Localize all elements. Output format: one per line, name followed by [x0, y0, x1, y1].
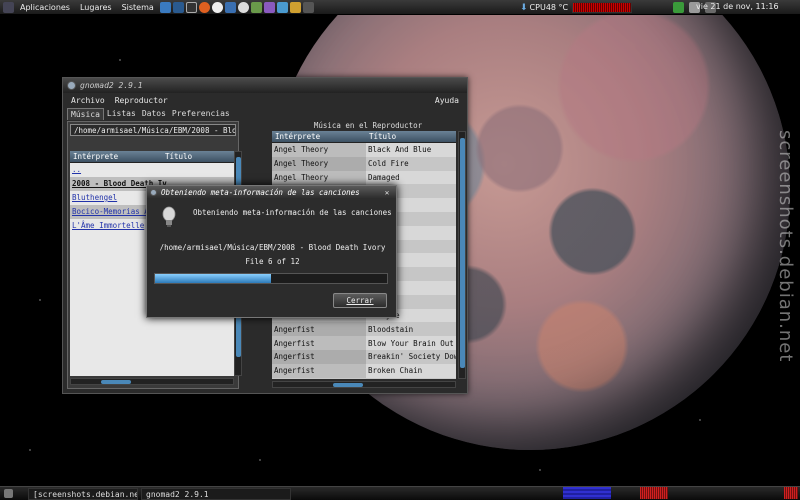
- column-title[interactable]: Título: [162, 152, 192, 161]
- track-row[interactable]: Angel Theory Black And Blue: [272, 143, 456, 157]
- top-panel: Aplicaciones Lugares Sistema ⬇ CPU48 °C …: [0, 0, 800, 15]
- app-icon: [67, 81, 76, 90]
- track-artist: Angerfist: [272, 349, 366, 364]
- tab-preferences[interactable]: Preferencias: [169, 108, 233, 120]
- dialog-header: Obteniendo meta-información de las canci…: [193, 208, 392, 217]
- progress-bar: [154, 273, 388, 284]
- dialog-title: Obteniendo meta-información de las canci…: [161, 188, 360, 197]
- download-arrow-icon[interactable]: ⬇: [520, 3, 528, 13]
- right-horizontal-scrollbar[interactable]: [272, 381, 456, 388]
- track-artist: Angel Theory: [272, 143, 366, 157]
- memory-monitor: [784, 487, 798, 499]
- left-hscroll-thumb[interactable]: [101, 380, 131, 384]
- track-title: Black And Blue: [366, 143, 456, 157]
- editor-launcher-icon[interactable]: [250, 1, 262, 13]
- menubar: Archivo Reproductor Ayuda: [63, 93, 467, 107]
- column-artist[interactable]: Intérprete: [70, 152, 162, 161]
- track-row[interactable]: Angel Theory Damaged: [272, 170, 456, 185]
- network-icon[interactable]: [673, 2, 685, 13]
- track-artist: Angerfist: [272, 363, 366, 378]
- dialog-titlebar[interactable]: Obteniendo meta-información de las canci…: [147, 186, 396, 199]
- window-titlebar[interactable]: gnomad2 2.9.1: [63, 78, 467, 93]
- track-row[interactable]: Angerfist Blow Your Brain Out: [272, 336, 456, 350]
- file-counter: File 6 of 12: [245, 257, 300, 266]
- cpu-temperature: CPU48 °C: [529, 3, 569, 12]
- left-column-header: Intérprete Título: [70, 151, 234, 163]
- close-button[interactable]: Cerrar: [333, 293, 387, 308]
- current-path: /home/armisael/Música/EBM/2008 - Blood D…: [159, 243, 386, 252]
- tab-playlists[interactable]: Listas: [104, 108, 139, 120]
- left-horizontal-scrollbar[interactable]: [70, 378, 234, 385]
- terminal-launcher-icon[interactable]: [172, 1, 184, 13]
- tab-bar: Música Listas Datos Preferencias: [67, 108, 233, 120]
- dialog-app-icon: [150, 189, 157, 196]
- watermark: screenshots.debian.net: [775, 130, 796, 363]
- bottom-panel: [screenshots.debian.ne… gnomad2 2.9.1: [0, 486, 800, 500]
- track-title: Cold Fire: [366, 156, 456, 171]
- track-artist: Angel Theory: [272, 170, 366, 185]
- close-button-label: Cerrar: [346, 296, 374, 305]
- show-desktop-icon[interactable]: [4, 489, 13, 498]
- track-row[interactable]: Angerfist Breakin' Society Dow: [272, 349, 456, 364]
- lightbulb-icon: [162, 206, 176, 227]
- path-combo[interactable]: /home/armisael/Música/EBM/2008 - Bloo: [70, 124, 236, 136]
- close-launcher-icon[interactable]: [211, 1, 223, 13]
- track-title: Blow Your Brain Out: [366, 336, 456, 350]
- track-artist: Angel Theory: [272, 156, 366, 171]
- track-row[interactable]: Angel Theory Cold Fire: [272, 156, 456, 171]
- mail-launcher-icon[interactable]: [289, 1, 301, 13]
- task-gnomad[interactable]: gnomad2 2.9.1: [141, 487, 291, 500]
- player-pane-title: Música en el Reproductor: [313, 121, 423, 130]
- chat-launcher-icon[interactable]: [237, 1, 249, 13]
- debian-menu-icon[interactable]: [3, 1, 14, 13]
- menu-places[interactable]: Lugares: [75, 3, 117, 12]
- menu-player[interactable]: Reproductor: [115, 96, 168, 105]
- right-vertical-scrollbar[interactable]: [458, 131, 466, 379]
- track-title: Bloodstain: [366, 322, 456, 337]
- menu-file[interactable]: Archivo: [71, 96, 105, 105]
- browser-launcher-icon[interactable]: [198, 1, 210, 13]
- menu-system[interactable]: Sistema: [117, 3, 159, 12]
- track-artist: Angerfist: [272, 336, 366, 350]
- cpu-graph: [572, 2, 633, 13]
- tab-music[interactable]: Música: [67, 108, 104, 120]
- right-scroll-thumb[interactable]: [460, 138, 465, 368]
- settings-launcher-icon[interactable]: [302, 1, 314, 13]
- task-browser[interactable]: [screenshots.debian.ne…: [28, 487, 138, 500]
- workspace-switcher-active[interactable]: [563, 487, 611, 499]
- cpu-monitor: [640, 487, 668, 499]
- track-artist: Angerfist: [272, 322, 366, 337]
- menu-help[interactable]: Ayuda: [435, 96, 459, 105]
- track-title: Damaged: [366, 170, 456, 185]
- column-title[interactable]: Título: [366, 132, 396, 141]
- track-row[interactable]: Angerfist Broken Chain: [272, 363, 456, 378]
- close-icon[interactable]: ✕: [381, 188, 393, 197]
- list-item-parent[interactable]: ..: [70, 163, 234, 177]
- system-tray: ⬇ CPU48 °C: [520, 0, 717, 15]
- tab-data[interactable]: Datos: [139, 108, 169, 120]
- track-title: Broken Chain: [366, 363, 456, 378]
- column-artist[interactable]: Intérprete: [272, 132, 366, 141]
- update-launcher-icon[interactable]: [224, 1, 236, 13]
- clock[interactable]: vie 21 de nov, 11:16: [696, 2, 779, 11]
- media-launcher-icon[interactable]: [263, 1, 275, 13]
- metadata-progress-dialog: Obteniendo meta-información de las canci…: [146, 185, 397, 318]
- progress-fill: [155, 274, 271, 283]
- selected-launcher-icon[interactable]: [185, 1, 197, 13]
- track-title: Breakin' Society Dow: [366, 349, 456, 364]
- download-launcher-icon[interactable]: [159, 1, 171, 13]
- right-column-header: Intérprete Título: [272, 131, 456, 143]
- track-row[interactable]: Angerfist Bloodstain: [272, 322, 456, 337]
- right-hscroll-thumb[interactable]: [333, 383, 363, 387]
- tools-launcher-icon[interactable]: [276, 1, 288, 13]
- menu-applications[interactable]: Aplicaciones: [15, 3, 75, 12]
- window-title: gnomad2 2.9.1: [80, 81, 143, 90]
